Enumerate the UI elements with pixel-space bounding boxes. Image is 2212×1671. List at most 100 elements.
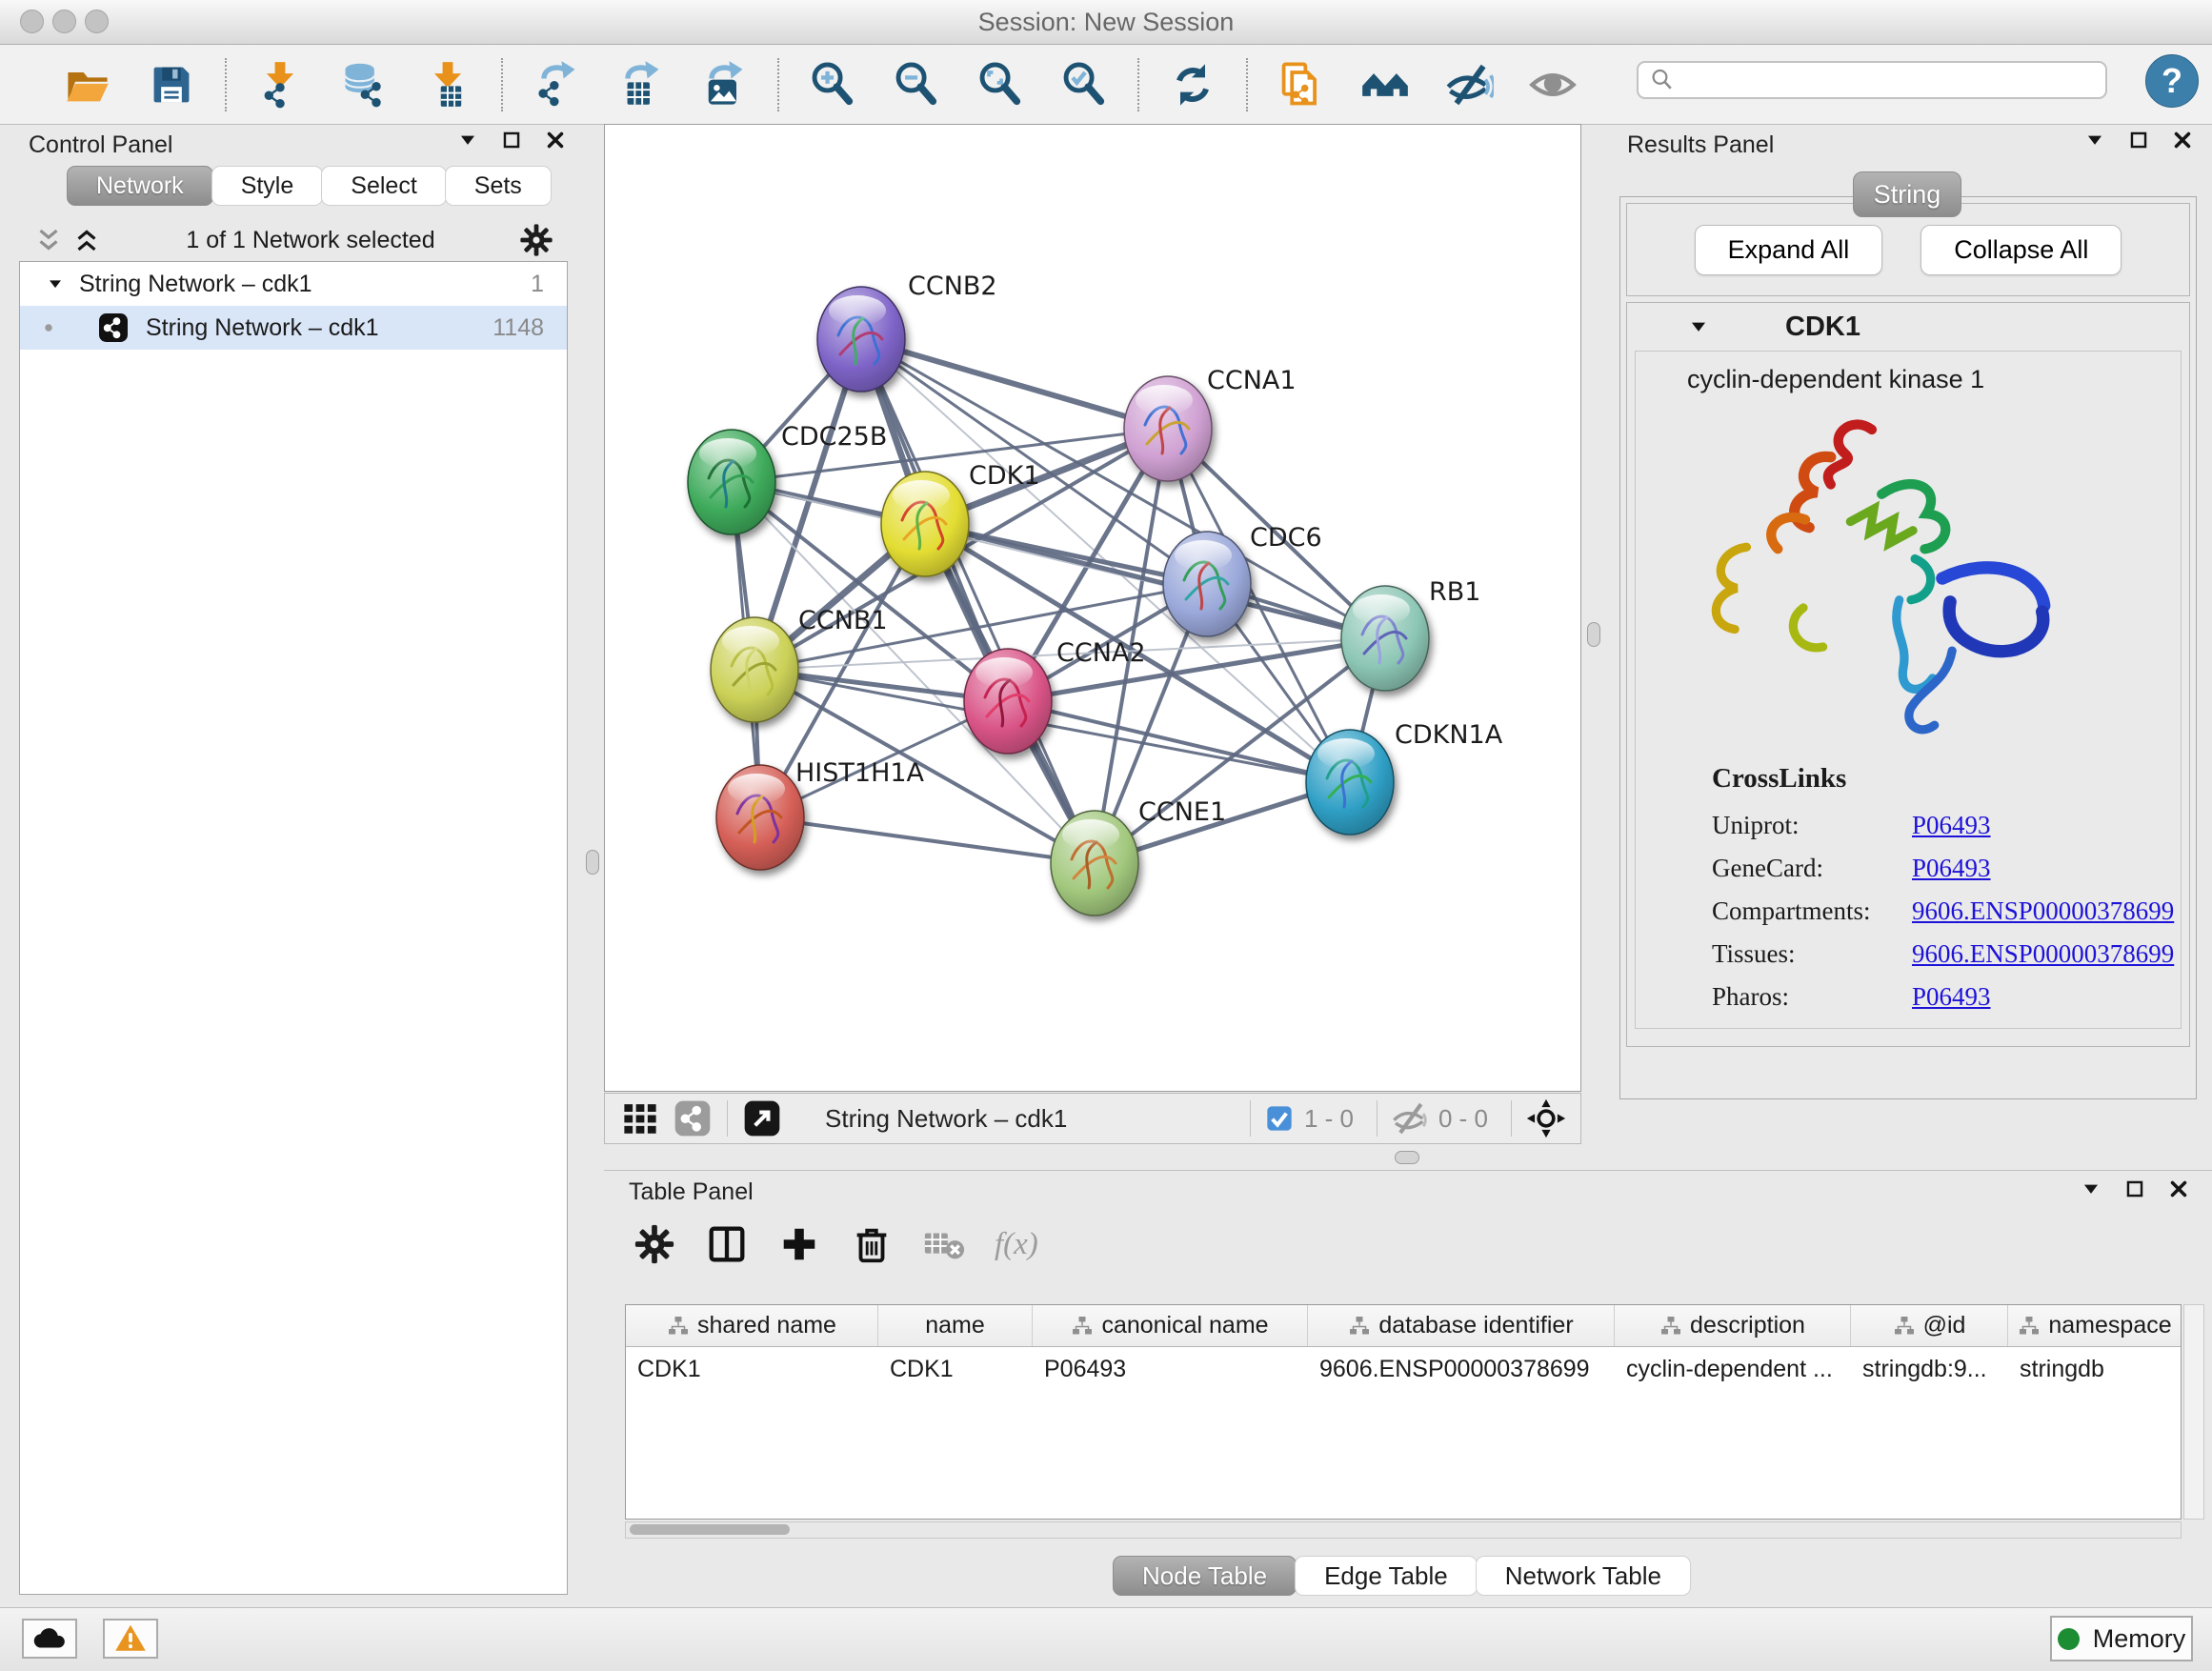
search-input[interactable]: [1677, 65, 2105, 95]
table-cell[interactable]: stringdb: [2008, 1356, 2182, 1383]
column-header-name[interactable]: name: [878, 1305, 1033, 1346]
column-header--id[interactable]: @id: [1851, 1305, 2008, 1346]
collapse-all-chevron-icon[interactable]: [32, 224, 65, 256]
show-eye-icon[interactable]: [1528, 60, 1578, 110]
crosslink-link[interactable]: P06493: [1912, 854, 1991, 883]
homes-icon[interactable]: [1360, 60, 1410, 110]
column-header-shared-name[interactable]: shared name: [626, 1305, 878, 1346]
export-network-icon[interactable]: [532, 60, 581, 110]
crosslink-link[interactable]: 9606.ENSP00000378699: [1912, 896, 2174, 926]
node-CDC6[interactable]: [1163, 532, 1251, 636]
column-header-description[interactable]: description: [1615, 1305, 1851, 1346]
panel-close-icon[interactable]: [2170, 128, 2195, 152]
gene-entry-header[interactable]: CDK1: [1627, 303, 2189, 351]
edge-CCNB2-CCNA1[interactable]: [861, 339, 1168, 429]
table-cell[interactable]: CDK1: [878, 1356, 1033, 1383]
birdseye-view-icon[interactable]: [741, 1097, 783, 1139]
table-cell[interactable]: P06493: [1033, 1356, 1308, 1383]
save-icon[interactable]: [147, 60, 196, 110]
view-share-icon[interactable]: [672, 1097, 714, 1139]
node-CDK1[interactable]: [881, 472, 969, 576]
fit-selected-crosshair-icon[interactable]: [1525, 1097, 1567, 1139]
node-RB1[interactable]: [1341, 586, 1429, 691]
panel-float-icon[interactable]: [2126, 128, 2151, 152]
crosslink-link[interactable]: P06493: [1912, 811, 1991, 840]
panel-menu-caret-icon[interactable]: [2082, 128, 2107, 152]
tab-select[interactable]: Select: [321, 166, 446, 206]
cloud-status-button[interactable]: [22, 1619, 77, 1659]
table-delete-icon[interactable]: [922, 1222, 966, 1266]
network-options-gear-icon[interactable]: [518, 222, 554, 258]
table-horizontal-scrollbar[interactable]: [625, 1521, 2182, 1539]
tab-network[interactable]: Network: [67, 166, 213, 206]
tab-sets[interactable]: Sets: [445, 166, 552, 206]
panel-close-icon[interactable]: [2166, 1177, 2191, 1201]
gear-icon[interactable]: [633, 1222, 676, 1266]
memory-button[interactable]: Memory: [2050, 1616, 2193, 1661]
hide-eye-icon[interactable]: [1444, 60, 1494, 110]
clone-network-icon[interactable]: [1277, 60, 1326, 110]
tab-node-table[interactable]: Node Table: [1113, 1556, 1297, 1596]
hidden-eye-icon[interactable]: [1391, 1099, 1429, 1137]
panel-float-icon[interactable]: [499, 128, 524, 152]
node-CCNB2[interactable]: [817, 287, 905, 392]
expand-all-button[interactable]: Expand All: [1695, 225, 1883, 275]
entry-caret-icon[interactable]: [1686, 314, 1711, 339]
network-row[interactable]: String Network – cdk1 11 48: [20, 306, 567, 350]
table-cell[interactable]: 9606.ENSP00000378699: [1308, 1356, 1615, 1383]
node-CCNA2[interactable]: [964, 649, 1052, 754]
column-header-namespace[interactable]: namespace: [2008, 1305, 2182, 1346]
table-cell[interactable]: cyclin-dependent ...: [1615, 1356, 1851, 1383]
import-table-icon[interactable]: [423, 60, 473, 110]
right-splitter-handle[interactable]: [1587, 622, 1600, 647]
node-CDC25B[interactable]: [688, 430, 775, 534]
tab-style[interactable]: Style: [211, 166, 324, 206]
columns-icon[interactable]: [705, 1222, 749, 1266]
panel-menu-caret-icon[interactable]: [455, 128, 480, 152]
refresh-icon[interactable]: [1168, 60, 1217, 110]
table-cell[interactable]: CDK1: [626, 1356, 878, 1383]
function-builder-label[interactable]: f(x): [995, 1227, 1038, 1262]
import-database-icon[interactable]: [339, 60, 389, 110]
panel-float-icon[interactable]: [2122, 1177, 2147, 1201]
expand-all-chevron-icon[interactable]: [70, 224, 103, 256]
import-network-icon[interactable]: [255, 60, 305, 110]
panel-close-icon[interactable]: [543, 128, 568, 152]
node-HIST1H1A[interactable]: [716, 765, 804, 870]
network-collection-row[interactable]: String Network – cdk1 1: [20, 262, 567, 306]
plus-icon[interactable]: [777, 1222, 821, 1266]
crosslink-link[interactable]: 9606.ENSP00000378699: [1912, 939, 2174, 969]
export-image-icon[interactable]: [699, 60, 749, 110]
tab-network-table[interactable]: Network Table: [1476, 1556, 1691, 1596]
tab-edge-table[interactable]: Edge Table: [1295, 1556, 1478, 1596]
view-grid-icon[interactable]: [620, 1098, 660, 1138]
tab-string[interactable]: String: [1853, 171, 1961, 217]
bottom-splitter-handle[interactable]: [1395, 1151, 1419, 1164]
zoom-fit-icon[interactable]: [975, 60, 1025, 110]
zoom-selected-icon[interactable]: [1059, 60, 1109, 110]
left-splitter-handle[interactable]: [586, 850, 599, 875]
network-canvas[interactable]: CCNB2 CCNA1 CDC25B CDK1 CDC6: [604, 124, 1581, 1092]
open-icon[interactable]: [63, 60, 112, 110]
export-table-icon[interactable]: [615, 60, 665, 110]
panel-menu-caret-icon[interactable]: [2079, 1177, 2103, 1201]
node-CCNB1[interactable]: [711, 617, 798, 722]
column-header-canonical-name[interactable]: canonical name: [1033, 1305, 1308, 1346]
warnings-button[interactable]: [103, 1619, 158, 1659]
node-CCNA1[interactable]: [1124, 376, 1212, 481]
zoom-out-icon[interactable]: [892, 60, 941, 110]
table-row[interactable]: CDK1CDK1P064939606.ENSP00000378699cyclin…: [626, 1347, 2181, 1391]
zoom-in-icon[interactable]: [808, 60, 857, 110]
collapse-all-button[interactable]: Collapse All: [1920, 225, 2122, 275]
edge-HIST1H1A-CCNE1[interactable]: [760, 817, 1095, 863]
table-cell[interactable]: stringdb:9...: [1851, 1356, 2008, 1383]
help-button[interactable]: ?: [2145, 54, 2199, 108]
collection-caret-icon[interactable]: [45, 273, 66, 294]
node-CDKN1A[interactable]: [1306, 730, 1394, 835]
crosslink-link[interactable]: P06493: [1912, 982, 1991, 1012]
node-CCNE1[interactable]: [1051, 811, 1138, 916]
column-header-database-identifier[interactable]: database identifier: [1308, 1305, 1615, 1346]
scrollbar-thumb[interactable]: [630, 1524, 790, 1535]
trash-icon[interactable]: [850, 1222, 894, 1266]
table-vertical-scrollbar[interactable]: [2183, 1304, 2204, 1520]
